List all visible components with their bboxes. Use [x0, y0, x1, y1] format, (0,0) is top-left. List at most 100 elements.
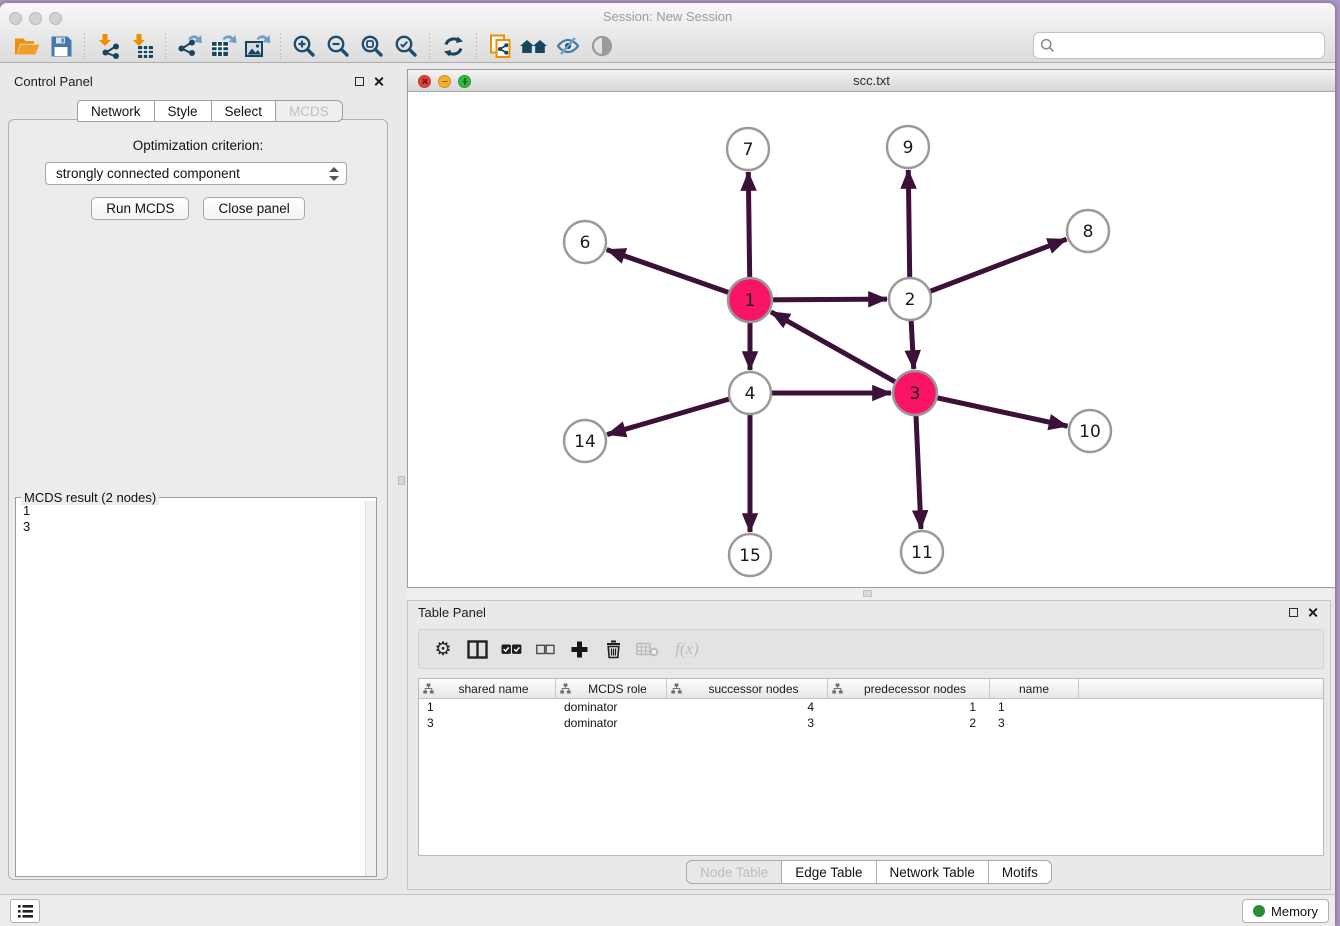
toolbar-separator — [84, 33, 85, 59]
toolbar-separator — [280, 33, 281, 59]
task-history-button[interactable] — [10, 899, 40, 923]
network-canvas[interactable]: 1234678910111415 — [408, 92, 1335, 587]
vertical-split-divider[interactable] — [396, 64, 407, 894]
float-panel-icon[interactable] — [1289, 608, 1298, 617]
graph-node-label: 9 — [903, 138, 914, 158]
search-field-wrap — [1033, 32, 1325, 59]
run-mcds-button[interactable]: Run MCDS — [91, 197, 189, 220]
window-title: Session: New Session — [0, 9, 1335, 24]
criterion-value: strongly connected component — [56, 166, 240, 181]
list-icon — [17, 904, 34, 919]
network-view-title: scc.txt — [408, 70, 1335, 91]
column-header-successor-nodes[interactable]: successor nodes — [667, 679, 828, 698]
column-header-filler — [1079, 679, 1323, 698]
zoom-in-icon[interactable] — [287, 31, 321, 61]
tab-node-table[interactable]: Node Table — [686, 860, 782, 884]
network-graph-svg: 1234678910111415 — [408, 92, 1335, 587]
node-table-header: shared name MCDS role successor nodes pr… — [419, 679, 1323, 699]
zoom-fit-icon[interactable] — [355, 31, 389, 61]
graph-node-label: 4 — [745, 384, 756, 404]
graph-edge-3-1[interactable] — [771, 312, 915, 393]
toolbar-separator — [429, 33, 430, 59]
float-panel-icon[interactable] — [355, 77, 364, 86]
divider-grip[interactable] — [863, 590, 872, 597]
tree-icon — [832, 683, 843, 694]
import-network-icon[interactable] — [91, 31, 125, 61]
tree-icon — [423, 683, 434, 694]
table-cell[interactable]: 3 — [990, 715, 1079, 731]
open-session-icon[interactable] — [10, 31, 44, 61]
add-icon[interactable] — [565, 635, 593, 663]
graph-edge-2-8[interactable] — [910, 239, 1067, 299]
first-neighbors-icon[interactable] — [517, 31, 551, 61]
export-image-icon[interactable] — [240, 31, 274, 61]
tab-style[interactable]: Style — [155, 100, 212, 122]
table-options-gear-icon[interactable]: ⚙ — [429, 635, 457, 663]
criterion-select[interactable]: strongly connected component — [45, 162, 347, 185]
graph-node-label: 11 — [911, 543, 933, 563]
table-cell[interactable]: 1 — [828, 699, 990, 715]
table-cell[interactable]: 4 — [667, 699, 828, 715]
maximize-view-icon[interactable] — [458, 75, 471, 88]
graph-edge-4-14[interactable] — [607, 393, 750, 435]
import-table-icon[interactable] — [125, 31, 159, 61]
apply-layout-icon[interactable] — [436, 31, 470, 61]
search-input[interactable] — [1033, 32, 1325, 59]
table-cell-filler — [1079, 715, 1323, 731]
table-tabs: Node Table Edge Table Network Table Moti… — [408, 860, 1330, 884]
result-scrollbar[interactable] — [365, 501, 376, 876]
graph-edge-3-10[interactable] — [915, 393, 1068, 426]
column-header-predecessor-nodes[interactable]: predecessor nodes — [828, 679, 990, 698]
status-bar: Memory — [0, 894, 1335, 926]
close-panel-button[interactable]: Close panel — [203, 197, 304, 220]
zoom-out-icon[interactable] — [321, 31, 355, 61]
table-cell-filler — [1079, 699, 1323, 715]
close-view-icon[interactable] — [418, 75, 431, 88]
export-network-icon[interactable] — [172, 31, 206, 61]
tab-mcds[interactable]: MCDS — [276, 100, 343, 122]
unselect-all-icon[interactable] — [531, 635, 559, 663]
select-all-icon[interactable] — [497, 635, 525, 663]
column-header-mcds-role[interactable]: MCDS role — [556, 679, 667, 698]
network-window-titlebar[interactable]: scc.txt — [408, 70, 1335, 92]
clone-network-icon[interactable] — [483, 31, 517, 61]
table-cell[interactable]: 2 — [828, 715, 990, 731]
horizontal-split-divider[interactable] — [407, 588, 1331, 600]
tab-select[interactable]: Select — [212, 100, 277, 122]
minimize-view-icon[interactable] — [438, 75, 451, 88]
delete-icon[interactable] — [599, 635, 627, 663]
table-row[interactable]: 3dominator323 — [419, 715, 1323, 731]
column-header-name[interactable]: name — [990, 679, 1079, 698]
table-cell[interactable]: 1 — [990, 699, 1079, 715]
table-cell[interactable]: 1 — [419, 699, 556, 715]
memory-status-icon — [1253, 905, 1265, 917]
toolbar-separator — [476, 33, 477, 59]
tab-edge-table[interactable]: Edge Table — [782, 860, 876, 884]
show-all-icon[interactable] — [585, 31, 619, 61]
control-panel-buttons — [355, 76, 384, 87]
show-columns-icon[interactable] — [463, 635, 491, 663]
export-table-icon[interactable] — [206, 31, 240, 61]
tab-network-table[interactable]: Network Table — [877, 860, 989, 884]
control-panel-tabs: Network Style Select MCDS — [77, 100, 343, 122]
zoom-selected-icon[interactable] — [389, 31, 423, 61]
table-cell[interactable]: dominator — [556, 715, 667, 731]
memory-button[interactable]: Memory — [1242, 899, 1329, 923]
table-cell[interactable]: dominator — [556, 699, 667, 715]
tab-network[interactable]: Network — [77, 100, 155, 122]
window-chrome: Session: New Session — [0, 3, 1335, 63]
close-panel-icon[interactable] — [373, 76, 384, 87]
tab-motifs[interactable]: Motifs — [989, 860, 1052, 884]
graph-node-label: 14 — [574, 432, 596, 452]
network-window: scc.txt 1234678910111415 — [407, 69, 1335, 588]
table-row[interactable]: 1dominator411 — [419, 699, 1323, 715]
close-panel-icon[interactable] — [1307, 607, 1318, 618]
function-builder-icon: f(x) — [667, 635, 707, 663]
table-cell[interactable]: 3 — [419, 715, 556, 731]
save-session-icon[interactable] — [44, 31, 78, 61]
column-header-shared-name[interactable]: shared name — [419, 679, 556, 698]
hide-selected-icon[interactable] — [551, 31, 585, 61]
graph-node-label: 10 — [1079, 422, 1101, 442]
table-cell[interactable]: 3 — [667, 715, 828, 731]
divider-grip[interactable] — [398, 476, 405, 485]
